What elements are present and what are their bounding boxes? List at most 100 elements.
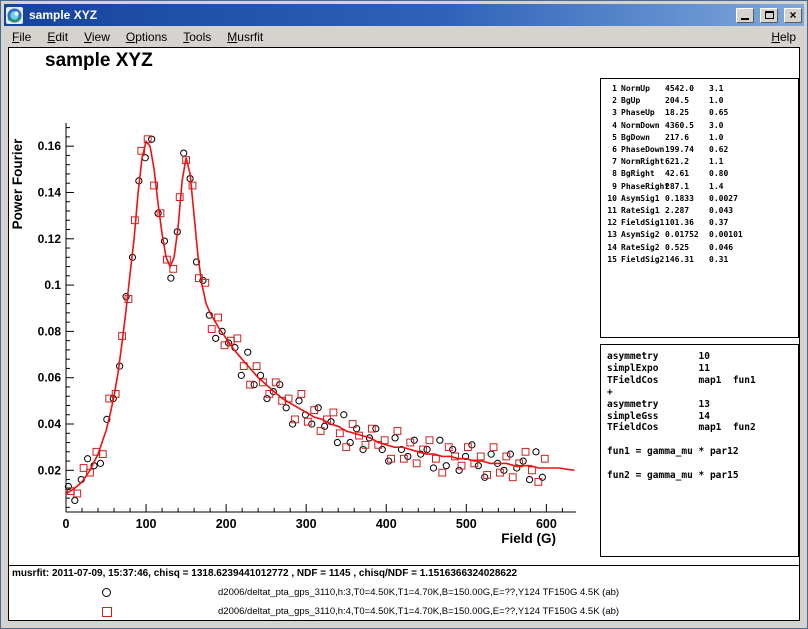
param-value: 0.01752 <box>665 229 709 241</box>
series-circles <box>65 136 545 503</box>
y-tick-label: 0.04 <box>38 417 62 431</box>
close-button[interactable]: × <box>784 8 802 23</box>
param-row: 14 RateSig20.5250.046 <box>604 242 798 254</box>
legend-marker-circle <box>102 588 111 597</box>
param-error: 0.0027 <box>709 193 738 205</box>
menu-accel: F <box>12 30 19 44</box>
param-name: NormDown <box>621 120 665 132</box>
theory-line: fun2 = gamma_mu * par15 <box>607 470 798 482</box>
x-tick-label: 400 <box>376 517 397 531</box>
param-name: BgDown <box>621 132 665 144</box>
y-tick-label: 0.14 <box>38 185 62 199</box>
series-squares <box>67 136 548 497</box>
minimize-button[interactable] <box>736 8 754 23</box>
param-error: 0.37 <box>709 217 728 229</box>
param-row: 8BgRight42.610.80 <box>604 168 798 180</box>
param-row: 6PhaseDown199.740.62 <box>604 144 798 156</box>
param-name: NormUp <box>621 83 665 95</box>
x-tick-label: 100 <box>136 517 157 531</box>
param-value: 0.525 <box>665 242 709 254</box>
param-name: AsymSig2 <box>621 229 665 241</box>
param-name: PhaseUp <box>621 107 665 119</box>
axes: 01002003004005006000.020.040.060.080.10.… <box>38 123 576 531</box>
theory-line: TFieldCos map1 fun2 <box>607 422 798 434</box>
param-value: 18.25 <box>665 107 709 119</box>
param-error: 1.0 <box>709 95 723 107</box>
param-row: 2BgUp204.51.0 <box>604 95 798 107</box>
theory-panel: asymmetry 10simplExpo 11 TFieldCos map1 f… <box>600 344 799 557</box>
param-no: 14 <box>604 242 617 254</box>
param-value: 4360.5 <box>665 120 709 132</box>
maximize-icon <box>765 11 774 19</box>
param-error: 0.31 <box>709 254 728 266</box>
title-bar[interactable]: sample XYZ × <box>4 4 804 26</box>
menu-options[interactable]: Options <box>118 28 175 46</box>
param-no: 4 <box>604 120 617 132</box>
param-value: 621.2 <box>665 156 709 168</box>
y-tick-label: 0.08 <box>38 324 62 338</box>
minimize-icon <box>741 18 749 20</box>
fit-line <box>66 142 574 494</box>
param-value: 146.31 <box>665 254 709 266</box>
menu-items: FileEditViewOptionsToolsMusrfit <box>4 28 271 46</box>
param-name: PhaseDown <box>621 144 665 156</box>
y-tick-label: 0.16 <box>38 139 62 153</box>
param-row: 12 FieldSig1101.360.37 <box>604 217 798 229</box>
legend-label: d2006/deltat_pta_gps_3110,h:3,T0=4.50K,T… <box>218 587 619 598</box>
param-name: RateSig2 <box>621 242 665 254</box>
param-value: 287.1 <box>665 181 709 193</box>
fourier-chart: 01002003004005006000.020.040.060.080.10.… <box>9 79 609 561</box>
y-axis-title: Power Fourier <box>10 138 25 230</box>
theory-line <box>607 434 798 446</box>
param-error: 0.62 <box>709 144 728 156</box>
param-name: PhaseRight <box>621 181 665 193</box>
param-error: 0.046 <box>709 242 733 254</box>
param-name: FieldSig1 <box>621 217 665 229</box>
param-error: 1.1 <box>709 156 723 168</box>
param-no: 8 <box>604 168 617 180</box>
menu-accel: O <box>126 30 135 44</box>
menu-accel: T <box>183 30 189 44</box>
param-no: 11 <box>604 205 617 217</box>
menu-edit[interactable]: Edit <box>39 28 76 46</box>
menu-tools[interactable]: Tools <box>175 28 219 46</box>
param-no: 2 <box>604 95 617 107</box>
x-tick-label: 500 <box>456 517 477 531</box>
param-row: 7NormRight621.21.1 <box>604 156 798 168</box>
close-icon: × <box>789 10 796 20</box>
y-tick-label: 0.1 <box>44 278 61 292</box>
menu-view[interactable]: View <box>76 28 118 46</box>
menu-file[interactable]: File <box>4 28 39 46</box>
y-tick-label: 0.06 <box>38 371 62 385</box>
theory-line: simpleGss 14 <box>607 411 798 423</box>
param-row: 10AsymSig10.18330.0027 <box>604 193 798 205</box>
menu-accel: H <box>771 30 780 44</box>
legend-marker-square <box>102 607 112 617</box>
param-value: 42.61 <box>665 168 709 180</box>
legend-label: d2006/deltat_pta_gps_3110,h:4,T0=4.50K,T… <box>218 606 619 617</box>
param-name: BgUp <box>621 95 665 107</box>
param-row: 3PhaseUp18.250.65 <box>604 107 798 119</box>
param-no: 12 <box>604 217 617 229</box>
menu-help[interactable]: Help <box>763 28 804 46</box>
param-error: 0.043 <box>709 205 733 217</box>
param-no: 13 <box>604 229 617 241</box>
plot-canvas[interactable]: sample XYZ 01002003004005006000.020.040.… <box>8 47 800 621</box>
param-name: RateSig1 <box>621 205 665 217</box>
x-tick-label: 0 <box>63 517 70 531</box>
theory-line: asymmetry 10 <box>607 351 798 363</box>
param-value: 101.36 <box>665 217 709 229</box>
footer-divider <box>9 565 799 566</box>
menu-musrfit[interactable]: Musrfit <box>219 28 271 46</box>
param-value: 2.287 <box>665 205 709 217</box>
y-tick-label: 0.12 <box>38 232 62 246</box>
parameters-panel: 1NormUp4542.03.12BgUp204.51.03PhaseUp18.… <box>600 78 799 338</box>
theory-line: + <box>607 387 798 399</box>
maximize-button[interactable] <box>760 8 778 23</box>
param-value: 217.6 <box>665 132 709 144</box>
theory-line: simplExpo 11 <box>607 363 798 375</box>
x-tick-label: 300 <box>296 517 317 531</box>
param-row: 9PhaseRight287.11.4 <box>604 181 798 193</box>
app-window: sample XYZ × FileEditViewOptionsToolsMus… <box>0 0 808 629</box>
param-no: 3 <box>604 107 617 119</box>
